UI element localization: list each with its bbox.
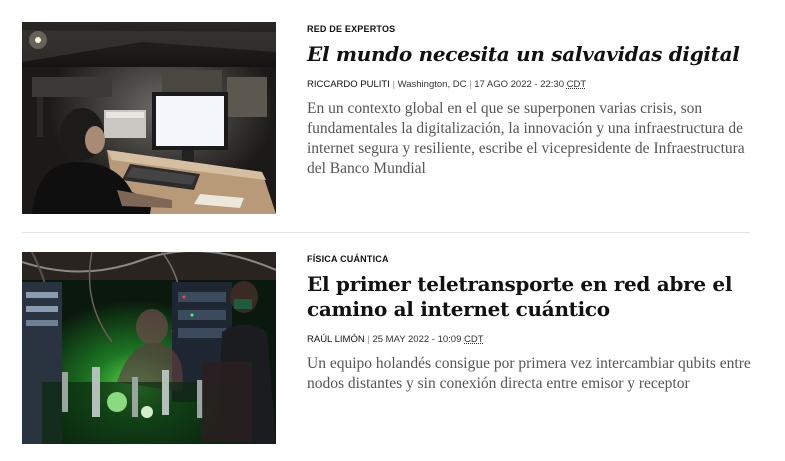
byline-date: 25 MAY 2022 - 10:09 xyxy=(372,334,462,345)
article-image-quantum-lab[interactable] xyxy=(22,252,276,444)
byline-separator: | xyxy=(392,79,395,90)
author-link[interactable]: RICCARDO PULITI xyxy=(307,79,390,90)
article-summary: Un equipo holandés consigue por primera … xyxy=(307,355,751,392)
article-feed: RED DE EXPERTOS El mundo necesita un sal… xyxy=(0,0,785,461)
photo-computer-room xyxy=(22,22,276,214)
byline-separator: | xyxy=(367,334,370,345)
byline-location: Washington, DC xyxy=(397,79,467,90)
article-summary: En un contexto global en el que se super… xyxy=(307,100,745,177)
article-headline[interactable]: El mundo necesita un salvavidas digital xyxy=(307,42,752,67)
section-kicker[interactable]: FÍSICA CUÁNTICA xyxy=(307,254,752,264)
byline: RAÚL LIMÓN | 25 MAY 2022 - 10:09 CDT xyxy=(307,334,752,345)
article-card: RED DE EXPERTOS El mundo necesita un sal… xyxy=(22,22,752,214)
article-body: RED DE EXPERTOS El mundo necesita un sal… xyxy=(307,22,752,214)
section-kicker[interactable]: RED DE EXPERTOS xyxy=(307,24,752,34)
article-image-computer-worker[interactable] xyxy=(22,22,276,214)
byline-separator: | xyxy=(469,79,472,90)
photo-quantum-lab xyxy=(22,252,276,444)
author-link[interactable]: RAÚL LIMÓN xyxy=(307,334,365,345)
article-headline[interactable]: El primer teletransporte en red abre el … xyxy=(307,272,752,322)
byline: RICCARDO PULITI | Washington, DC | 17 AG… xyxy=(307,79,752,90)
byline-date: 17 AGO 2022 - 22:30 xyxy=(474,79,564,90)
timezone-abbr: CDT xyxy=(566,79,587,90)
timezone-abbr: CDT xyxy=(464,334,484,345)
article-card: FÍSICA CUÁNTICA El primer teletransporte… xyxy=(22,252,752,444)
article-body: FÍSICA CUÁNTICA El primer teletransporte… xyxy=(307,252,752,444)
article-divider xyxy=(22,232,750,233)
